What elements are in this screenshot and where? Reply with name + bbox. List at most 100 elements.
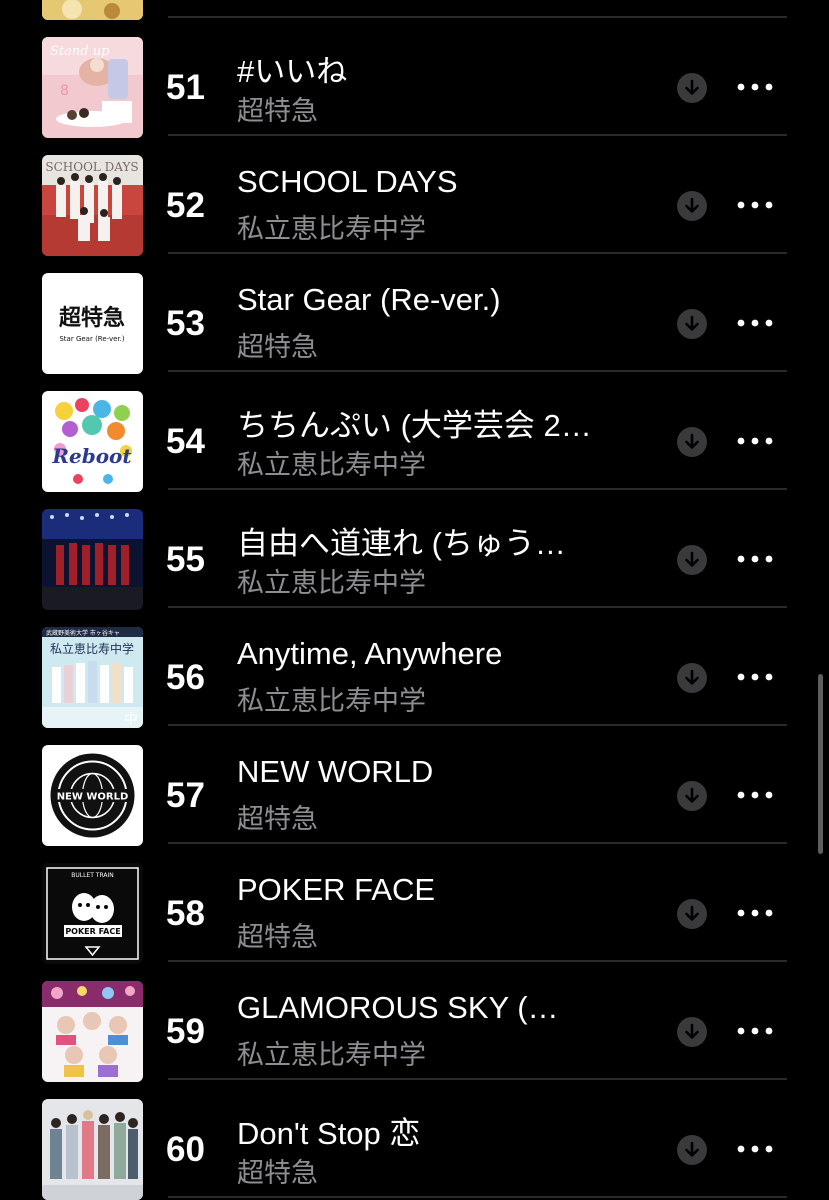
download-button[interactable] <box>677 663 707 693</box>
track-rank: 52 <box>166 186 205 225</box>
album-art <box>42 0 143 20</box>
track-artist: 超特急 <box>237 804 318 834</box>
track-row[interactable] <box>0 0 829 20</box>
download-button[interactable] <box>677 427 707 457</box>
more-options-button[interactable] <box>735 901 775 925</box>
track-row[interactable]: 55 自由へ道連れ (ちゅう… 私立恵比寿中学 <box>0 490 829 610</box>
track-row[interactable]: BULLET TRAIN POKER FACE 58 POKER FACE 超特… <box>0 844 829 964</box>
more-options-button[interactable] <box>735 1137 775 1161</box>
more-options-button[interactable] <box>735 311 775 335</box>
download-button[interactable] <box>677 781 707 811</box>
track-title: Don't Stop 恋 <box>237 1116 421 1151</box>
track-title: #いいね <box>237 54 348 89</box>
more-options-button[interactable] <box>735 1019 775 1043</box>
ellipsis-icon <box>737 1145 773 1153</box>
art-text: 超特急 <box>59 305 125 331</box>
album-art: 武蔵野美術大学 市ヶ谷キャ 私立恵比寿中学 中 <box>42 627 143 728</box>
track-artist: 私立恵比寿中学 <box>237 568 426 598</box>
track-artist: 私立恵比寿中学 <box>237 1040 426 1070</box>
track-row[interactable]: Stand up 8 51 #いいね 超特急 <box>0 18 829 138</box>
download-arrow-icon <box>685 315 699 331</box>
track-title: GLAMOROUS SKY (… <box>237 990 559 1025</box>
download-button[interactable] <box>677 309 707 339</box>
art-text: NEW WORLD <box>57 792 129 803</box>
ellipsis-icon <box>737 437 773 445</box>
ellipsis-icon <box>737 319 773 327</box>
ellipsis-icon <box>737 909 773 917</box>
track-rank: 58 <box>166 894 205 933</box>
track-artist: 超特急 <box>237 1158 318 1188</box>
album-art: SCHOOL DAYS <box>42 155 143 256</box>
ellipsis-icon <box>737 1027 773 1035</box>
download-arrow-icon <box>685 1023 699 1039</box>
download-arrow-icon <box>685 79 699 95</box>
track-rank: 59 <box>166 1012 205 1051</box>
track-rank: 56 <box>166 658 205 697</box>
more-options-button[interactable] <box>735 193 775 217</box>
art-text: Reboot <box>51 444 132 468</box>
more-options-button[interactable] <box>735 665 775 689</box>
ellipsis-icon <box>737 83 773 91</box>
track-title: ちちんぷい (大学芸会 2… <box>237 408 592 443</box>
track-artist: 私立恵比寿中学 <box>237 686 426 716</box>
download-button[interactable] <box>677 1017 707 1047</box>
art-text: 武蔵野美術大学 市ヶ谷キャ <box>46 629 120 637</box>
track-title: Star Gear (Re-ver.) <box>237 282 501 317</box>
track-title: 自由へ道連れ (ちゅう… <box>237 526 566 561</box>
art-text: Star Gear (Re-ver.) <box>59 335 125 343</box>
download-button[interactable] <box>677 1135 707 1165</box>
album-art: Reboot <box>42 391 143 492</box>
track-rank: 57 <box>166 776 205 815</box>
album-art <box>42 1099 143 1200</box>
download-button[interactable] <box>677 545 707 575</box>
ellipsis-icon <box>737 555 773 563</box>
ellipsis-icon <box>737 673 773 681</box>
album-art: Stand up 8 <box>42 37 143 138</box>
track-row[interactable]: 武蔵野美術大学 市ヶ谷キャ 私立恵比寿中学 中 56 Anytime, Anyw… <box>0 608 829 728</box>
track-row[interactable]: Reboot 54 ちちんぷい (大学芸会 2… 私立恵比寿中学 <box>0 372 829 492</box>
ellipsis-icon <box>737 201 773 209</box>
download-button[interactable] <box>677 191 707 221</box>
art-text: Stand up <box>50 44 110 59</box>
track-list: Stand up 8 51 #いいね 超特急 SCHOOL DAYS 52 SC… <box>0 0 829 1200</box>
track-rank: 60 <box>166 1130 205 1169</box>
download-button[interactable] <box>677 73 707 103</box>
download-button[interactable] <box>677 899 707 929</box>
track-artist: 私立恵比寿中学 <box>237 214 426 244</box>
art-text: 8 <box>60 83 69 99</box>
row-divider <box>168 1196 787 1198</box>
track-row[interactable]: 超特急 Star Gear (Re-ver.) 53 Star Gear (Re… <box>0 254 829 374</box>
track-rank: 51 <box>166 68 205 107</box>
download-arrow-icon <box>685 669 699 685</box>
more-options-button[interactable] <box>735 783 775 807</box>
album-art <box>42 981 143 1082</box>
download-arrow-icon <box>685 1141 699 1157</box>
download-arrow-icon <box>685 433 699 449</box>
track-row[interactable]: SCHOOL DAYS 52 SCHOOL DAYS 私立恵比寿中学 <box>0 136 829 256</box>
download-arrow-icon <box>685 787 699 803</box>
scrollbar[interactable] <box>818 674 823 854</box>
download-arrow-icon <box>685 197 699 213</box>
track-rank: 53 <box>166 304 205 343</box>
art-text: BULLET TRAIN <box>71 872 114 879</box>
track-artist: 超特急 <box>237 96 318 126</box>
album-art: NEW WORLD <box>42 745 143 846</box>
track-row[interactable]: 60 Don't Stop 恋 超特急 <box>0 1080 829 1200</box>
art-text: SCHOOL DAYS <box>45 160 138 174</box>
more-options-button[interactable] <box>735 547 775 571</box>
track-rank: 54 <box>166 422 205 461</box>
download-arrow-icon <box>685 551 699 567</box>
more-options-button[interactable] <box>735 75 775 99</box>
album-art: 超特急 Star Gear (Re-ver.) <box>42 273 143 374</box>
track-title: SCHOOL DAYS <box>237 164 458 199</box>
track-artist: 超特急 <box>237 922 318 952</box>
more-options-button[interactable] <box>735 429 775 453</box>
album-art: BULLET TRAIN POKER FACE <box>42 863 143 964</box>
track-title: NEW WORLD <box>237 754 434 789</box>
track-row[interactable]: NEW WORLD 57 NEW WORLD 超特急 <box>0 726 829 846</box>
track-artist: 私立恵比寿中学 <box>237 450 426 480</box>
track-rank: 55 <box>166 540 205 579</box>
track-row[interactable]: 59 GLAMOROUS SKY (… 私立恵比寿中学 <box>0 962 829 1082</box>
track-title: Anytime, Anywhere <box>237 636 503 671</box>
track-title: POKER FACE <box>237 872 436 907</box>
